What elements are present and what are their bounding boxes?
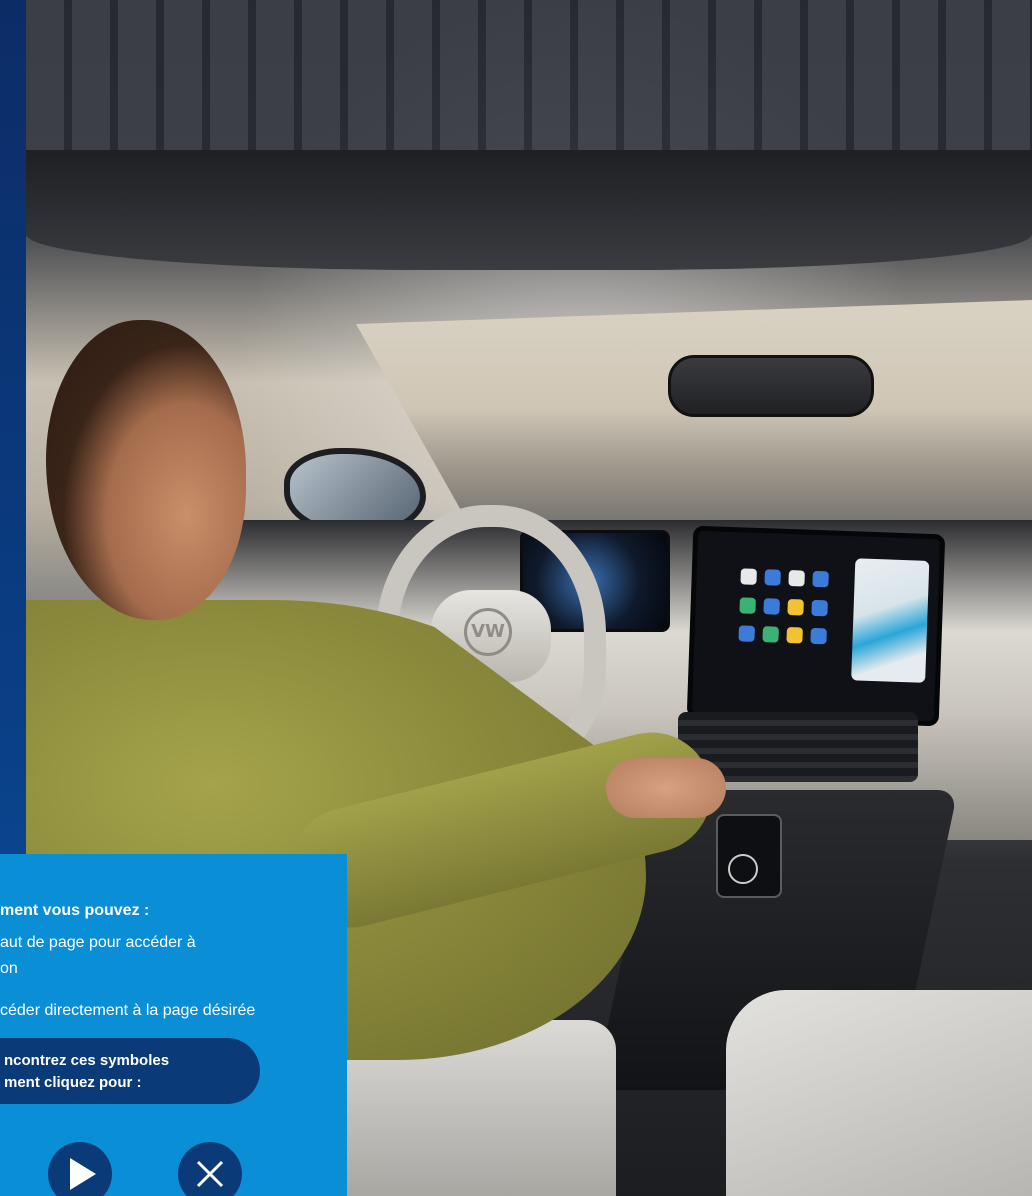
passenger-seat	[726, 990, 1032, 1196]
app-tile	[788, 570, 805, 587]
close-icon	[196, 1160, 224, 1188]
navigation-help-panel: ment vous pouvez : aut de page pour accé…	[0, 854, 347, 1196]
driver-hand	[606, 758, 726, 818]
rearview-mirror	[668, 355, 874, 417]
symbols-line-1: ncontrez ces symboles	[4, 1052, 170, 1069]
play-icon	[70, 1158, 96, 1190]
app-tile	[786, 627, 803, 644]
app-tile	[738, 625, 755, 643]
app-tile	[787, 598, 804, 616]
symbols-line-2: ment cliquez pour :	[4, 1074, 142, 1091]
app-tile	[739, 596, 756, 614]
symbols-pill: ncontrez ces symboles ment cliquez pour …	[0, 1038, 260, 1104]
sunroof-frame	[26, 150, 1032, 270]
navigation-map	[851, 558, 930, 683]
app-tile	[740, 568, 757, 585]
app-tile	[763, 597, 780, 615]
close-button[interactable]	[178, 1142, 242, 1196]
help-heading: ment vous pouvez :	[0, 902, 150, 919]
play-button[interactable]	[48, 1142, 112, 1196]
windshield	[356, 300, 1032, 540]
driver-head	[46, 320, 246, 620]
infotainment-screen	[686, 525, 946, 727]
app-tile	[810, 628, 827, 645]
app-tile	[764, 569, 781, 586]
app-tile	[811, 599, 828, 617]
help-line-top-a: aut de page pour accéder à	[0, 934, 196, 951]
charger-ring	[728, 854, 758, 884]
help-line-direct: céder directement à la page désirée	[0, 1002, 256, 1019]
app-tile	[762, 626, 779, 644]
app-tile	[812, 570, 829, 588]
help-line-top-b: on	[0, 960, 18, 977]
vw-logo: VW	[464, 608, 512, 656]
app-grid	[738, 568, 837, 651]
